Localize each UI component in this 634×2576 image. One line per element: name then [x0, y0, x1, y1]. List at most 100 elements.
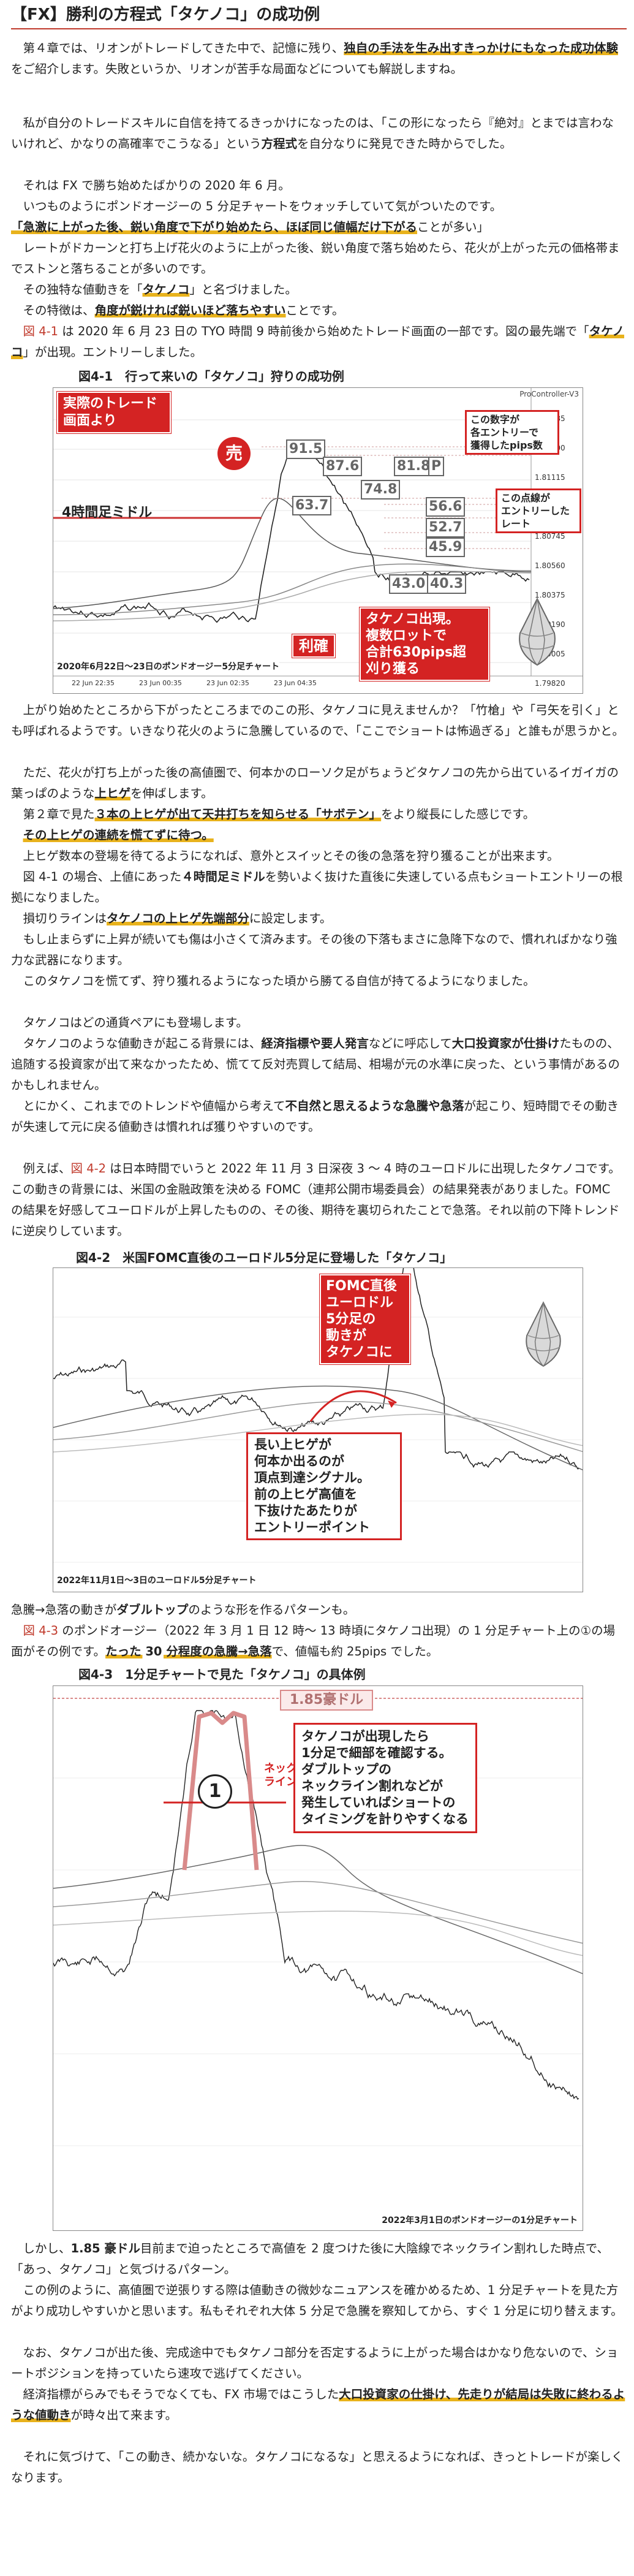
- platform-label: ProController-V3: [519, 390, 579, 398]
- text: 例えば、: [23, 1161, 71, 1176]
- text: 第４章では、リオンがトレードしてきた中で、記憶に残り、: [23, 41, 344, 55]
- text: 第２章で見た: [23, 807, 95, 821]
- figure-4-1-chart: ProController-V3 1.814851.813001.811151.…: [53, 387, 583, 694]
- price-tick: 1.81115: [535, 473, 565, 482]
- text: とにかく、これまでのトレンドや値幅から考えて: [23, 1099, 285, 1113]
- paragraph-intro: 第４章では、リオンがトレードしてきた中で、記憶に残り、独自の手法を生み出すきっか…: [11, 38, 625, 80]
- text: をより縦長にした感じです。: [381, 807, 535, 821]
- summary-note: タケノコ出現。 複数ロットで 合計630pips超 刈り獲る: [360, 607, 489, 681]
- time-tick: 23 Jun 04:35: [274, 679, 317, 687]
- figure-caption: 図4-1 行って来いの「タケノコ」狩りの成功例: [78, 369, 344, 384]
- bold-text: ダブルトップ: [116, 1603, 189, 1617]
- text: 」と名づけました。: [189, 283, 297, 297]
- chart-footer: 2022年11月1日〜3日のユーロドル5分足チャート: [57, 1576, 257, 1586]
- signal-note: 長い上ヒゲが 何本か出るのが 頂点到達シグナル。 前の上ヒゲ高値を 下抜けたあた…: [246, 1432, 402, 1540]
- highlight-text: ３本の上ヒゲが出て天井打ちを知らせる「サボテン」: [94, 807, 382, 821]
- paragraph: レートがドカーンと打ち上げ花火のように上がった後、鋭い角度で落ち始めたら、花火が…: [11, 241, 620, 276]
- text: ことが多い」: [417, 220, 489, 234]
- bold-text: ４時間足ミドル: [181, 870, 265, 884]
- paragraph-neckline: しかし、1.85 豪ドル目前まで迫ったところで高値を 2 度つけた後に大陰線でネ…: [11, 2238, 625, 2280]
- pips-value: 45.9: [426, 538, 466, 557]
- text: は 2020 年 6 月 23 日の TYO 時間 9 時前後から始めたトレード…: [58, 324, 589, 338]
- pips-value: 40.3: [427, 574, 467, 594]
- ma-label: 4時間足ミドル: [62, 505, 153, 520]
- paragraph: いつものようにポンドオージーの 5 分足チャートをウォッチしていて気がついたので…: [23, 199, 502, 213]
- fomc-note: FOMC直後 ユーロドル 5分足の 動きが タケノコに: [320, 1274, 410, 1364]
- text: などに呼応して: [368, 1036, 452, 1051]
- pips-note: この数字が 各エントリーで 獲得したpips数: [465, 410, 559, 455]
- paragraph-naming: その独特な値動きを「タケノコ」と名づけました。: [11, 279, 625, 300]
- text: で、値幅も約 25pips でした。: [271, 1644, 439, 1658]
- price-tick: 1.79820: [535, 679, 565, 688]
- title-divider: [11, 28, 627, 29]
- time-tick: 23 Jun 00:35: [139, 679, 182, 687]
- highlight-text: 「急激に上がった後、鋭い角度で下がり始めたら、ほぼ同じ値幅だけ下がる: [11, 220, 418, 234]
- highlight-text: タケノコの上ヒゲ先端部分: [107, 911, 249, 925]
- paragraph: タケノコはどの通貨ペアにも登場します。: [23, 1016, 248, 1030]
- time-tick: 23 Jun 02:35: [206, 679, 249, 687]
- bold-text: 方程式: [261, 137, 298, 151]
- text: その独特な値動きを「: [23, 283, 143, 297]
- takenoko-illustration-icon: [526, 1301, 561, 1367]
- paragraph-fig2-ref: 例えば、図 4-2 は日本時間でいうと 2022 年 11 月 3 日深夜 3 …: [11, 1158, 625, 1242]
- paragraph-cactus: 第２章で見た３本の上ヒゲが出て天井打ちを知らせる「サボテン」をより縦長にした感じ…: [11, 804, 625, 825]
- paragraph: 上ヒゲ数本の登場を待てるようになれば、意外とスイッとその後の急落を狩り獲ることが…: [23, 849, 559, 863]
- text: 」が出現。エントリーしました。: [23, 345, 203, 359]
- paragraph: もし止まらずに上昇が続いても傷は小さくて済みます。その後の下落もまさに急降下なの…: [11, 932, 617, 967]
- paragraph-big-players: 経済指標がらみでもそうでなくても、FX 市場ではこうした大口投資家の仕掛け、先走…: [11, 2384, 625, 2426]
- paragraph: それは FX で勝ち始めたばかりの 2020 年 6 月。: [23, 178, 290, 192]
- text: のような形を作るパターンも。: [188, 1603, 355, 1617]
- pips-value: 91.5: [286, 439, 326, 459]
- text: が時々出て来ます。: [70, 2408, 178, 2422]
- paragraph-background: タケノコのような値動きが起こる背景には、経済指標や要人発言などに呼応して大口投資…: [11, 1033, 625, 1096]
- text: を自分なりに発見できた時からでした。: [297, 137, 512, 151]
- figure-reference-link[interactable]: 図 4-3: [23, 1624, 59, 1638]
- text: ことです。: [285, 303, 344, 317]
- text: に設定します。: [249, 911, 332, 925]
- figure-caption: 図4-2 米国FOMC直後のユーロドル5分足に登場した「タケノコ」: [76, 1250, 453, 1265]
- pips-value: 56.6: [426, 497, 466, 517]
- takenoko-illustration-icon: [519, 597, 556, 666]
- take-profit-marker: 利確: [292, 634, 335, 658]
- price-tick: 1.80560: [535, 561, 565, 570]
- pips-value: 74.8: [361, 480, 401, 500]
- text: 急騰→急落の動きが: [11, 1603, 117, 1617]
- paragraph-wait: その上ヒゲの連続を慌てずに待つ。: [11, 825, 625, 846]
- figure-reference-link[interactable]: 図 4-2: [71, 1161, 107, 1176]
- paragraph-unnatural: とにかく、これまでのトレンドや値幅から考えて不自然と思えるような急騰や急落が起こ…: [11, 1096, 625, 1138]
- chart-canvas: [53, 1268, 583, 1563]
- paragraph-confidence: 私が自分のトレードスキルに自信を持てるきっかけになったのは、「この形になったら『…: [11, 113, 625, 154]
- highlight-text: 上ヒゲ: [94, 786, 131, 800]
- bold-text: 1.85 豪ドル: [70, 2241, 140, 2255]
- pips-value: 87.6: [323, 457, 363, 476]
- highlight-text: タケノコ: [142, 283, 190, 297]
- sell-marker: 売: [217, 437, 251, 470]
- highlight-text: 角度が鋭ければ鋭いほど落ちやすい: [94, 303, 286, 317]
- paragraph-ma-break: 図 4-1 の場合、上値にあった４時間足ミドルを勢いよく抜けた直後に失速している…: [11, 867, 625, 908]
- paragraph-double-top: 急騰→急落の動きがダブルトップのような形を作るパターンも。: [11, 1600, 625, 1620]
- paragraph-fig3-ref: 図 4-3 のポンドオージー（2022 年 3 月 1 日 12 時〜 13 時…: [11, 1620, 625, 1662]
- paragraph: 上がり始めたところから下がったところまでのこの形、タケノコに見えませんか？「竹槍…: [11, 703, 624, 738]
- paragraph: この例のように、高値圏で逆張りする際は値動きの微妙なニュアンスを確かめるため、1…: [11, 2283, 623, 2318]
- pips-value: 81.8: [394, 457, 434, 476]
- pattern-marker-1: 1: [198, 1774, 232, 1809]
- page: 【FX】勝利の方程式「タケノコ」の成功例 第４章では、リオンがトレードしてきた中…: [0, 0, 634, 2576]
- pips-value: 63.7: [292, 496, 332, 515]
- pips-value: 52.7: [426, 518, 466, 538]
- paragraph-fig1-ref: 図 4-1 は 2020 年 6 月 23 日の TYO 時間 9 時前後から始…: [11, 321, 625, 363]
- bold-text: 経済指標や要人発言: [261, 1036, 369, 1051]
- paragraph: このタケノコを慌てず、狩り獲れるようになった頃から勝てる自信が持てるようになりま…: [23, 974, 535, 988]
- text: その特徴は、: [23, 303, 95, 317]
- pips-value: 43.0: [389, 574, 429, 594]
- entry-line-note: この点線が エントリーした レート: [496, 488, 581, 533]
- highlight-text: その上ヒゲの連続を慌てずに待つ。: [23, 828, 214, 842]
- pips-value: P: [428, 457, 445, 476]
- figure-reference-link[interactable]: 図 4-1: [23, 324, 59, 338]
- text: を伸ばします。: [130, 786, 213, 800]
- highlight-text: たった 30 分程度の急騰→急落: [105, 1644, 272, 1658]
- text: 損切りラインは: [23, 911, 107, 925]
- text: 図 4-1 の場合、上値にあった: [23, 870, 182, 884]
- text: をご紹介します。失敗というか、リオンが苦手な局面などについても解説しますね。: [11, 62, 463, 76]
- bold-text: 大口投資家が仕掛け: [451, 1036, 560, 1051]
- bold-text: 不自然と思えるような急騰や急落: [285, 1099, 464, 1113]
